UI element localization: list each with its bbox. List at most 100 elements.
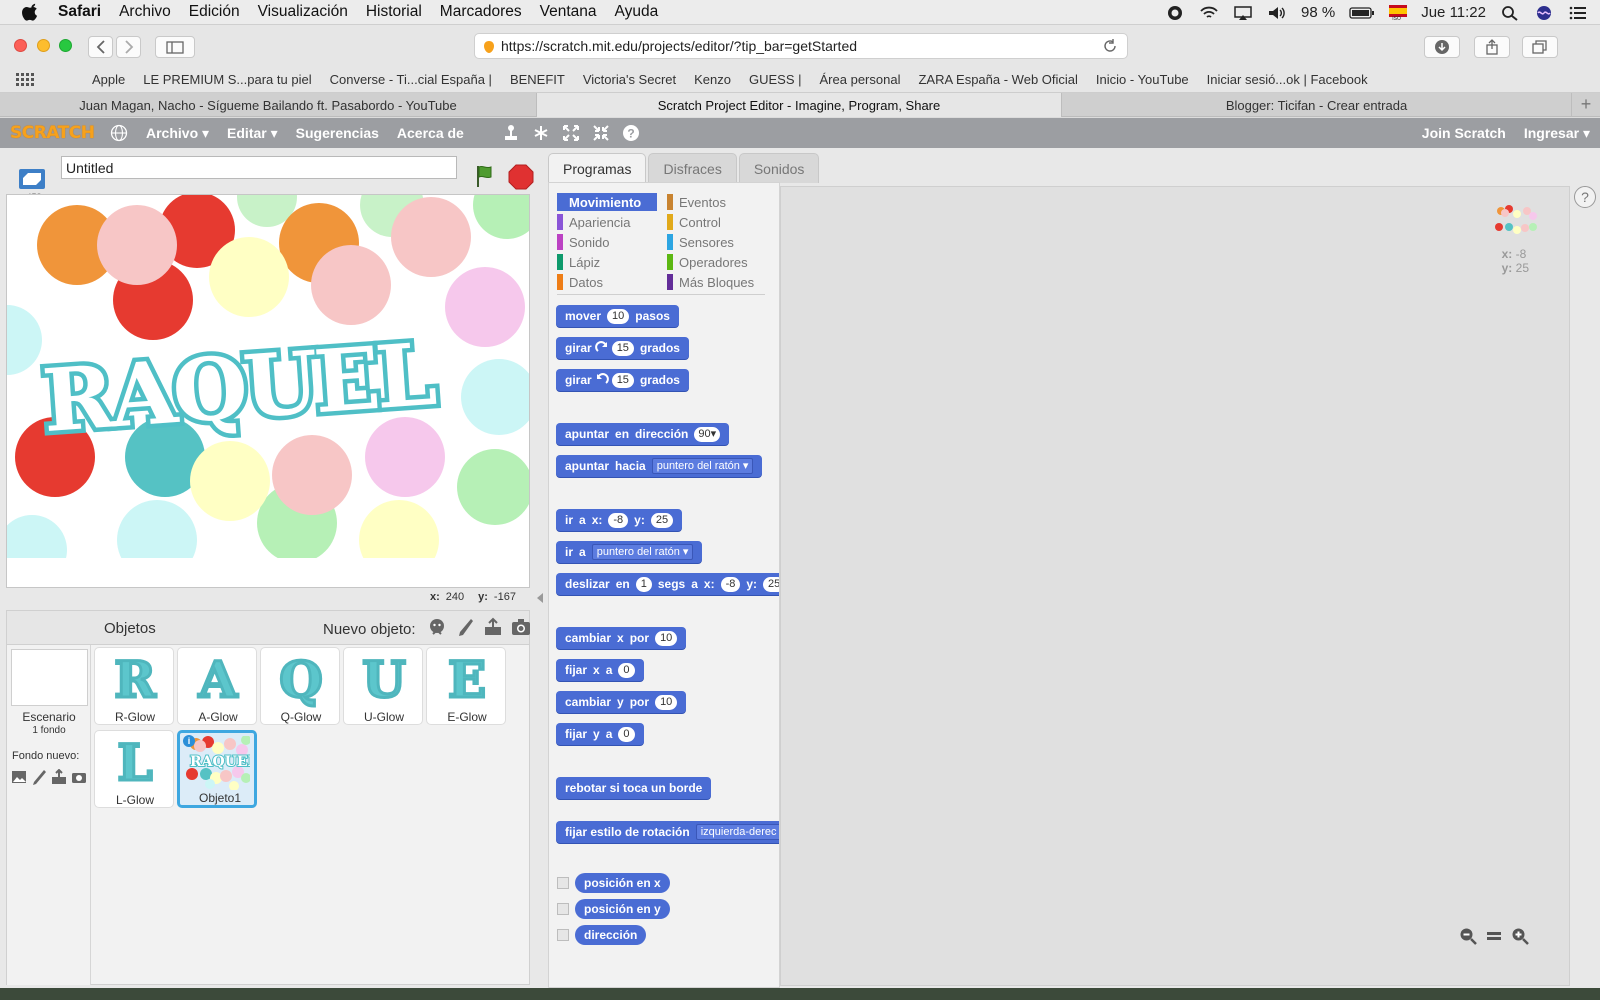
bookmark-guess[interactable]: GUESS | — [749, 72, 802, 87]
airplay-icon[interactable] — [1233, 5, 1253, 21]
paint-new-backdrop-icon[interactable] — [31, 769, 47, 785]
bookmark-facebook[interactable]: Iniciar sesió...ok | Facebook — [1207, 72, 1368, 87]
tab-disfraces[interactable]: Disfraces — [648, 153, 737, 183]
block-girar-derecha[interactable]: girar 15 grados — [556, 337, 689, 359]
new-tab-button[interactable]: + — [1572, 93, 1600, 116]
scratch-menu-sugerencias[interactable]: Sugerencias — [296, 125, 379, 141]
block-input[interactable]: 25 — [763, 576, 779, 592]
stop-sign-icon[interactable] — [508, 164, 534, 190]
downloads-button[interactable] — [1424, 36, 1460, 58]
collapse-stage-arrow-icon[interactable] — [536, 592, 544, 604]
category-eventos[interactable]: Eventos — [667, 193, 767, 211]
block-input[interactable]: 15 — [611, 340, 634, 356]
reporter-direccion[interactable]: dirección — [575, 925, 647, 945]
scratch-logo[interactable]: SCRATCH — [10, 122, 95, 144]
bookmark-le-premium[interactable]: LE PREMIUM S...para tu piel — [143, 72, 311, 87]
menu-app-name[interactable]: Safari — [58, 3, 101, 21]
block-input[interactable]: 10 — [655, 694, 678, 710]
apple-logo-icon[interactable] — [22, 3, 40, 21]
notification-center-icon[interactable] — [1568, 5, 1588, 21]
creative-cloud-icon[interactable] — [1165, 5, 1185, 21]
battery-icon[interactable] — [1349, 5, 1375, 21]
stage-canvas[interactable]: RAQUEL — [6, 194, 530, 588]
checkbox-posicion-y[interactable] — [557, 903, 569, 915]
block-apuntar-hacia[interactable]: apuntar hacia puntero del ratón ▾ — [556, 455, 763, 477]
block-dropdown[interactable]: puntero del ratón ▾ — [651, 458, 754, 474]
category-mas-bloques[interactable]: Más Bloques — [667, 273, 767, 291]
bookmark-victorias-secret[interactable]: Victoria's Secret — [583, 72, 676, 87]
block-rebotar[interactable]: rebotar si toca un borde — [556, 777, 712, 799]
window-close-button[interactable] — [14, 39, 27, 52]
tab-overview-button[interactable] — [1522, 36, 1558, 58]
category-movimiento[interactable]: Movimiento — [557, 193, 657, 211]
choose-backdrop-from-library-icon[interactable] — [11, 769, 27, 785]
address-bar[interactable]: https://scratch.mit.edu/projects/editor/… — [474, 33, 1128, 59]
spotlight-search-icon[interactable] — [1500, 5, 1520, 21]
window-minimize-button[interactable] — [37, 39, 50, 52]
siri-icon[interactable] — [1534, 5, 1554, 21]
upload-sprite-icon[interactable] — [483, 617, 503, 637]
join-scratch-link[interactable]: Join Scratch — [1422, 125, 1506, 141]
bookmark-benefit[interactable]: BENEFIT — [510, 72, 565, 87]
paint-new-sprite-icon[interactable] — [455, 617, 475, 637]
tab-sonidos[interactable]: Sonidos — [738, 153, 820, 183]
category-control[interactable]: Control — [667, 213, 767, 231]
input-source-flag-icon[interactable]: ISO — [1389, 4, 1408, 22]
sprite-tile-a-glow[interactable]: A A-Glow — [177, 647, 257, 725]
tab-programas[interactable]: Programas — [548, 153, 647, 183]
block-dropdown[interactable]: izquierda-derec — [695, 824, 779, 840]
script-area[interactable]: x: -8 y: 25 — [780, 186, 1570, 986]
block-input[interactable]: -8 — [608, 512, 629, 528]
sprite-tile-l-glow[interactable]: L L-Glow — [94, 730, 174, 808]
wifi-icon[interactable] — [1199, 5, 1219, 21]
back-button[interactable] — [88, 36, 113, 58]
grow-icon[interactable] — [562, 124, 580, 142]
menu-edicion[interactable]: Edición — [189, 3, 240, 21]
sprite-tile-r-glow[interactable]: R R-Glow — [94, 647, 174, 725]
block-input[interactable]: 0 — [618, 662, 635, 678]
sprite-tile-u-glow[interactable]: U U-Glow — [343, 647, 423, 725]
zoom-in-icon[interactable] — [1511, 927, 1529, 945]
sprite-tile-objeto1[interactable]: RAQUEL i Objeto1 — [177, 730, 257, 808]
checkbox-direccion[interactable] — [557, 929, 569, 941]
block-input[interactable]: 15 — [611, 372, 634, 388]
forward-button[interactable] — [116, 36, 141, 58]
block-fijar-y[interactable]: fijar y a 0 — [556, 723, 644, 745]
green-flag-icon[interactable] — [474, 164, 498, 188]
sprite-info-badge-icon[interactable]: i — [183, 735, 195, 747]
camera-backdrop-icon[interactable] — [71, 769, 87, 785]
block-dropdown[interactable]: puntero del ratón ▾ — [591, 544, 694, 560]
block-deslizar[interactable]: deslizar en 1 segs a x: -8 y: 25 — [556, 573, 779, 595]
sprite-tile-e-glow[interactable]: E E-Glow — [426, 647, 506, 725]
reporter-posicion-y[interactable]: posición en y — [575, 899, 670, 919]
block-girar-izquierda[interactable]: girar 15 grados — [556, 369, 689, 391]
category-apariencia[interactable]: Apariencia — [557, 213, 657, 231]
presentation-mode-icon[interactable] — [18, 168, 46, 190]
checkbox-posicion-x[interactable] — [557, 877, 569, 889]
scratch-menu-editar[interactable]: Editar ▾ — [227, 125, 278, 142]
top-sites-grid-icon[interactable] — [16, 72, 34, 87]
window-zoom-button[interactable] — [59, 39, 72, 52]
sprite-tile-q-glow[interactable]: Q Q-Glow — [260, 647, 340, 725]
menu-ayuda[interactable]: Ayuda — [615, 3, 659, 21]
reload-icon[interactable] — [1103, 39, 1117, 53]
bookmark-kenzo[interactable]: Kenzo — [694, 72, 731, 87]
project-title-input[interactable] — [61, 156, 457, 179]
block-cambiar-y[interactable]: cambiar y por 10 — [556, 691, 687, 713]
block-ir-a[interactable]: ir a puntero del ratón ▾ — [556, 541, 703, 563]
camera-sprite-icon[interactable] — [511, 617, 531, 637]
block-fijar-x[interactable]: fijar x a 0 — [556, 659, 644, 681]
menu-archivo[interactable]: Archivo — [119, 3, 171, 21]
upload-backdrop-icon[interactable] — [51, 769, 67, 785]
menu-ventana[interactable]: Ventana — [540, 3, 597, 21]
category-datos[interactable]: Datos — [557, 273, 657, 291]
zoom-out-icon[interactable] — [1459, 927, 1477, 945]
sign-in-link[interactable]: Ingresar ▾ — [1524, 125, 1590, 142]
bookmark-area-personal[interactable]: Área personal — [820, 72, 901, 87]
stage-thumbnail[interactable] — [11, 649, 88, 706]
scratch-menu-acerca-de[interactable]: Acerca de — [397, 125, 464, 141]
sidebar-toggle-button[interactable] — [155, 36, 195, 58]
delete-scissors-icon[interactable] — [532, 124, 550, 142]
tab-blogger[interactable]: Blogger: Ticifan - Crear entrada — [1062, 93, 1572, 117]
block-input[interactable]: 0 — [618, 726, 635, 742]
